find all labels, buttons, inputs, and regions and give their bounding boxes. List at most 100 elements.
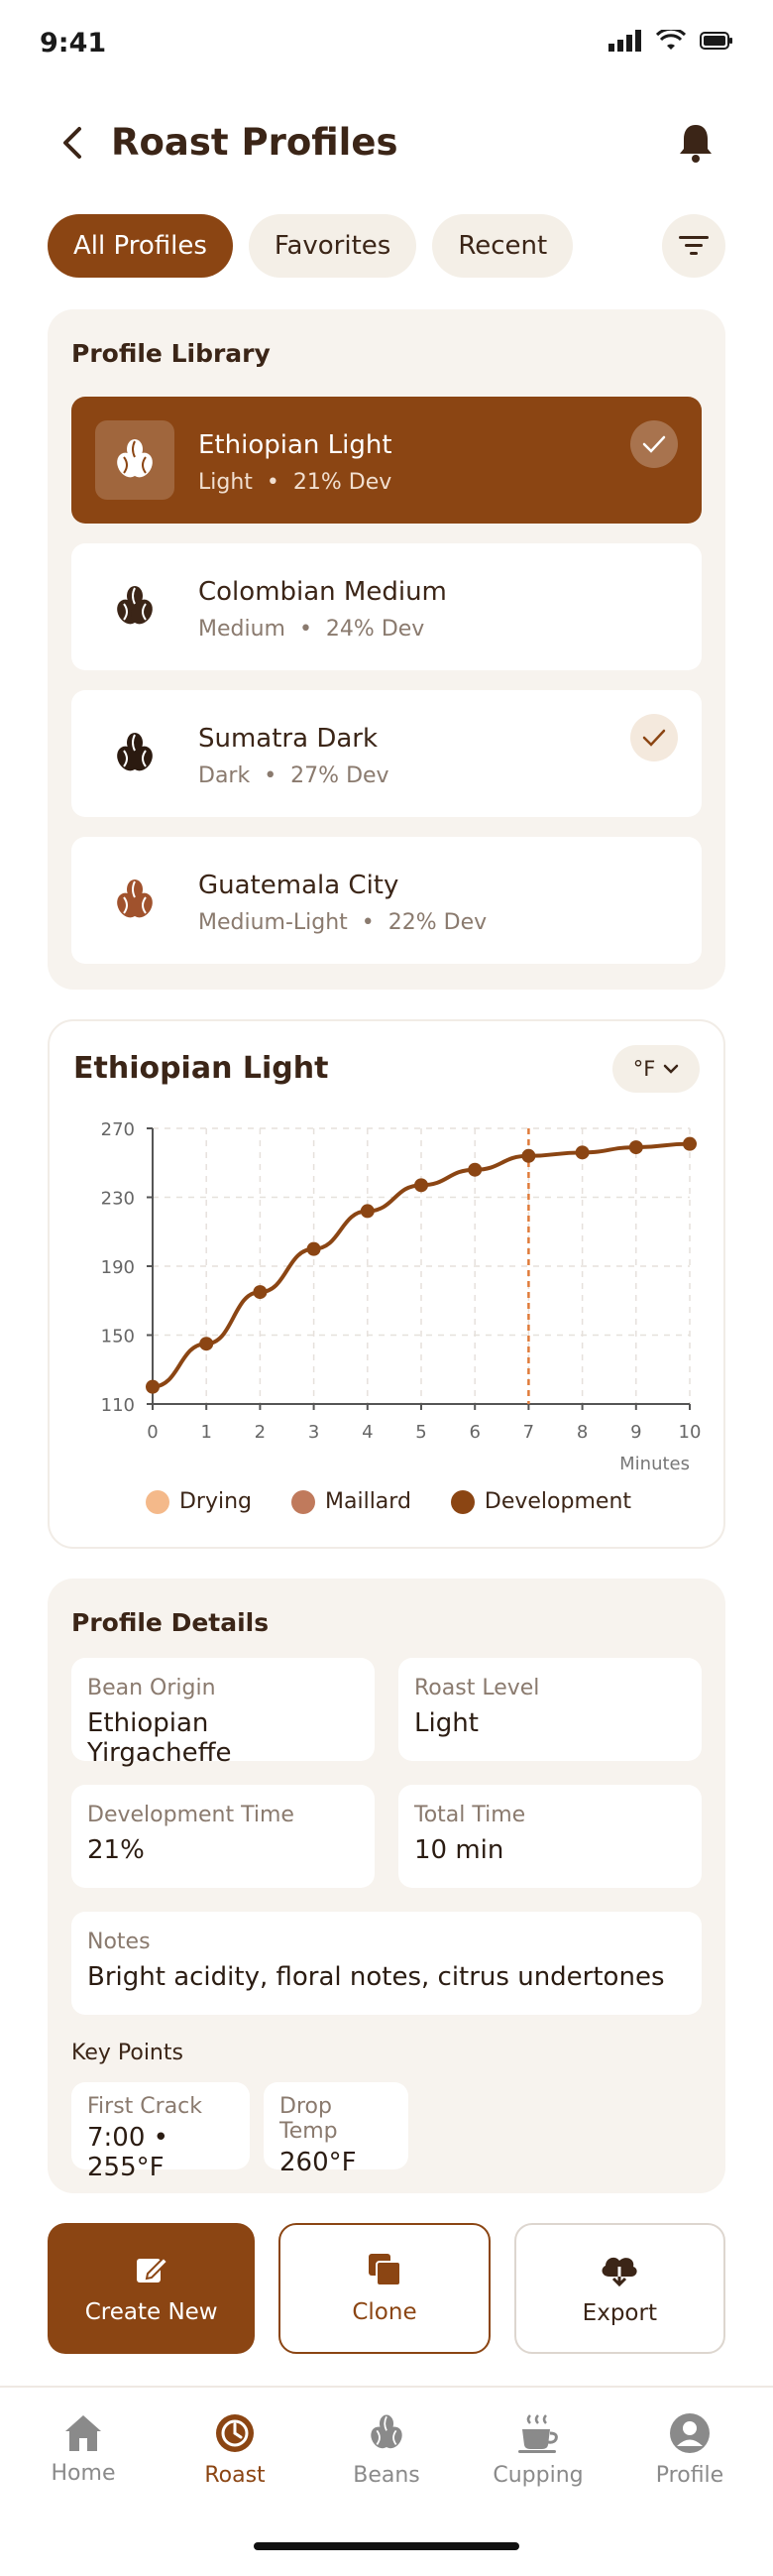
- battery-icon: [700, 32, 732, 50]
- roast-curve-chart: 110 150 190 230 270 0 1 2 3 4 5 6 7 8 9 10 Minutes: [101, 1119, 702, 1474]
- nav-cupping-label: Cupping: [493, 2463, 584, 2488]
- profile-actions: Create New Clone Export: [48, 2223, 725, 2354]
- profile-details: Profile Details Bean Origin Ethiopian Yi…: [48, 1579, 725, 2193]
- data-point: [521, 1148, 536, 1163]
- notes-field: Notes Bright acidity, floral notes, citr…: [71, 1912, 702, 2015]
- profile-name: Guatemala City: [198, 871, 399, 900]
- bean-origin-label: Bean Origin: [87, 1676, 216, 1700]
- key-points-title: Key Points: [71, 2041, 183, 2065]
- page-title: Roast Profiles: [111, 121, 398, 164]
- signal-icon: [608, 30, 641, 52]
- profile-name: Sumatra Dark: [198, 724, 379, 754]
- profile-name: Ethiopian Light: [198, 430, 392, 460]
- back-button[interactable]: [52, 121, 95, 165]
- legend-swatch: [450, 1489, 475, 1514]
- y-tick-label: 270: [101, 1119, 135, 1140]
- export-button[interactable]: Export: [513, 2223, 725, 2354]
- wifi-icon: [656, 30, 686, 50]
- profile-meta: Medium • 24% Dev: [198, 617, 425, 642]
- profile-item-colombian-medium[interactable]: Colombian Medium Medium • 24% Dev: [71, 543, 702, 670]
- roast-level-text: Dark: [198, 763, 251, 788]
- tab-all-profiles[interactable]: All Profiles: [48, 214, 233, 278]
- create-new-button[interactable]: Create New: [48, 2223, 256, 2354]
- dev-text: 22% Dev: [387, 910, 488, 935]
- filter-icon: [679, 236, 709, 255]
- x-tick-label: 8: [577, 1422, 588, 1443]
- clone-button[interactable]: Clone: [278, 2223, 491, 2354]
- y-tick-label: 150: [101, 1327, 135, 1347]
- development-time-label: Development Time: [87, 1803, 294, 1827]
- total-time-field: Total Time 10 min: [398, 1785, 702, 1888]
- data-point: [360, 1204, 375, 1219]
- chart-title: Ethiopian Light: [73, 1051, 329, 1086]
- coffee-bean-icon: [95, 714, 174, 793]
- total-time-value: 10 min: [414, 1835, 504, 1865]
- x-tick-label: 2: [255, 1422, 266, 1443]
- data-point: [468, 1162, 483, 1177]
- nav-cupping[interactable]: Cupping: [479, 2411, 598, 2488]
- legend-item: Development: [450, 1489, 631, 1514]
- data-point: [683, 1136, 697, 1151]
- drop-temp-field: Drop Temp 260°F: [264, 2082, 408, 2177]
- nav-roast[interactable]: Roast: [175, 2411, 294, 2488]
- profile-name: Colombian Medium: [198, 577, 447, 607]
- favorite-check[interactable]: [630, 420, 678, 468]
- nav-profile-label: Profile: [655, 2463, 724, 2488]
- tab-favorites[interactable]: Favorites: [248, 214, 417, 278]
- y-tick-label: 110: [101, 1395, 135, 1416]
- chevron-left-icon: [63, 127, 81, 159]
- home-indicator: [254, 2542, 519, 2550]
- status-time: 9:41: [40, 28, 107, 59]
- status-bar: 9:41: [0, 0, 773, 89]
- data-point: [575, 1145, 590, 1160]
- notifications-button[interactable]: [670, 117, 721, 169]
- profile-meta: Medium-Light • 22% Dev: [198, 910, 488, 935]
- edit-icon: [136, 2256, 169, 2283]
- favorite-check[interactable]: [630, 714, 678, 761]
- beans-icon: [371, 2414, 402, 2449]
- profile-meta: Dark • 27% Dev: [198, 763, 389, 788]
- x-axis-label: Minutes: [619, 1454, 690, 1474]
- data-point: [628, 1140, 643, 1155]
- nav-beans[interactable]: Beans: [327, 2411, 446, 2488]
- legend-swatch: [291, 1489, 315, 1514]
- chevron-down-icon: [664, 1064, 679, 1074]
- dev-text: 21% Dev: [292, 470, 392, 495]
- profile-item-ethiopian-light[interactable]: Ethiopian Light Light • 21% Dev: [71, 397, 702, 524]
- data-point: [146, 1379, 160, 1394]
- legend-swatch: [145, 1489, 169, 1514]
- dev-text: 24% Dev: [325, 617, 425, 642]
- chart-legend: Drying Maillard Development: [50, 1489, 727, 1514]
- first-crack-value: 7:00 • 255°F: [87, 2123, 168, 2182]
- profile-item-sumatra-dark[interactable]: Sumatra Dark Dark • 27% Dev: [71, 690, 702, 817]
- profile-library: Profile Library Ethiopian Light Light • …: [48, 309, 725, 990]
- profile-item-guatemala-city[interactable]: Guatemala City Medium-Light • 22% Dev: [71, 837, 702, 964]
- legend-item: Maillard: [291, 1489, 411, 1514]
- x-tick-label: 6: [469, 1422, 480, 1443]
- tab-recent[interactable]: Recent: [432, 214, 574, 278]
- x-tick-label: 10: [679, 1422, 702, 1443]
- roast-level-text: Medium-Light: [198, 910, 348, 935]
- check-icon: [642, 435, 666, 453]
- nav-profile[interactable]: Profile: [630, 2411, 749, 2488]
- nav-beans-label: Beans: [353, 2463, 420, 2488]
- cloud-download-icon: [602, 2257, 637, 2287]
- x-tick-label: 0: [147, 1422, 158, 1443]
- profile-tabs: All Profiles Favorites Recent: [48, 214, 574, 278]
- unit-select[interactable]: °F: [612, 1045, 700, 1093]
- x-tick-label: 1: [200, 1422, 211, 1443]
- filter-button[interactable]: [662, 214, 725, 278]
- x-tick-label: 4: [362, 1422, 373, 1443]
- legend-label: Drying: [178, 1489, 252, 1514]
- home-icon: [65, 2415, 101, 2451]
- data-point: [414, 1178, 428, 1193]
- coffee-bean-icon: [95, 567, 174, 646]
- details-title: Profile Details: [71, 1608, 270, 1637]
- x-tick-label: 5: [415, 1422, 426, 1443]
- bell-icon: [680, 125, 712, 163]
- nav-roast-label: Roast: [204, 2463, 266, 2488]
- nav-home[interactable]: Home: [24, 2411, 143, 2486]
- legend-item: Drying: [145, 1489, 252, 1514]
- development-time-field: Development Time 21%: [71, 1785, 375, 1888]
- x-tick-label: 9: [630, 1422, 641, 1443]
